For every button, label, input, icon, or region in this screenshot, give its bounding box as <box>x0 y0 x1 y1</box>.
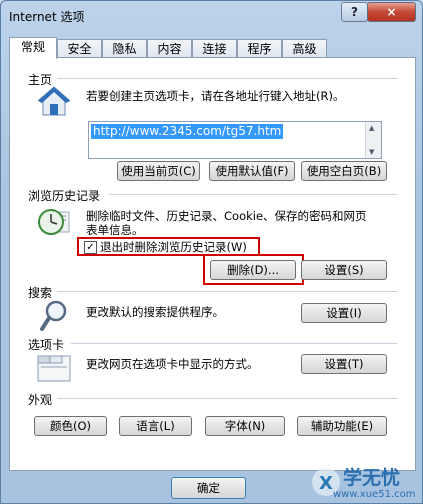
history-divider <box>109 194 397 195</box>
tabs-description: 更改网页在选项卡中显示的方式。 <box>86 357 259 371</box>
internet-options-window: Internet 选项 ? × 常规 安全 隐私 内容 连接 程序 高级 主页 … <box>0 0 423 504</box>
home-divider <box>57 78 397 79</box>
languages-button[interactable]: 语言(L) <box>119 416 192 436</box>
home-icon <box>37 86 71 116</box>
svg-text:X: X <box>319 473 333 494</box>
delete-history-button[interactable]: 删除(D)... <box>210 260 296 280</box>
tab-connections[interactable]: 连接 <box>192 39 237 57</box>
scroll-up-icon[interactable]: ▲ <box>369 124 374 132</box>
home-url-text[interactable]: http://www.2345.com/tg57.htm <box>91 124 284 139</box>
use-current-button[interactable]: 使用当前页(C) <box>117 161 200 181</box>
appearance-divider <box>57 398 397 399</box>
ok-button[interactable]: 确定 <box>171 477 246 499</box>
tabs-window-icon <box>37 355 71 382</box>
colors-button[interactable]: 颜色(O) <box>34 416 107 436</box>
fonts-button[interactable]: 字体(N) <box>205 416 285 436</box>
history-description-line2: 表单信息。 <box>86 223 144 237</box>
tab-content[interactable]: 内容 <box>147 39 192 57</box>
history-heading: 浏览历史记录 <box>28 189 101 203</box>
window-title: Internet 选项 <box>9 10 85 24</box>
accessibility-button[interactable]: 辅助功能(E) <box>297 416 387 436</box>
home-url-textarea[interactable]: http://www.2345.com/tg57.htm ▲ ▼ <box>88 121 382 159</box>
close-button[interactable]: × <box>367 2 416 22</box>
tab-security[interactable]: 安全 <box>57 39 102 57</box>
history-settings-button[interactable]: 设置(S) <box>301 260 387 280</box>
use-blank-button[interactable]: 使用空白页(B) <box>301 161 387 181</box>
home-description: 若要创建主页选项卡，请在各地址行键入地址(R)。 <box>86 89 345 103</box>
watermark-url: www.xue51.com <box>333 489 416 500</box>
history-description-line1: 删除临时文件、历史记录、Cookie、保存的密码和网页 <box>86 209 367 223</box>
tab-programs[interactable]: 程序 <box>237 39 282 57</box>
delete-on-exit-label[interactable]: 退出时删除浏览历史记录(W) <box>100 240 247 254</box>
search-divider <box>57 291 397 292</box>
tab-advanced[interactable]: 高级 <box>282 39 327 57</box>
textarea-scrollbar[interactable]: ▲ ▼ <box>365 122 381 158</box>
watermark-logo: X 学无忧 www.xue51.com <box>269 461 421 503</box>
search-description: 更改默认的搜索提供程序。 <box>86 305 224 319</box>
title-bar[interactable]: Internet 选项 ? × <box>1 1 422 31</box>
search-magnifier-icon <box>40 300 67 331</box>
tabs-settings-button[interactable]: 设置(T) <box>301 354 387 374</box>
tab-privacy[interactable]: 隐私 <box>102 39 147 57</box>
use-default-button[interactable]: 使用默认值(F) <box>209 161 295 181</box>
watermark-text: 学无忧 <box>343 467 401 489</box>
help-button[interactable]: ? <box>341 2 368 22</box>
history-clock-icon <box>38 209 70 235</box>
search-settings-button[interactable]: 设置(I) <box>301 303 387 323</box>
tabs-heading: 选项卡 <box>28 338 65 352</box>
tabs-divider <box>71 343 397 344</box>
tab-general[interactable]: 常规 <box>9 37 57 59</box>
appearance-heading: 外观 <box>28 393 53 407</box>
delete-on-exit-checkbox[interactable]: ✓ <box>84 241 97 254</box>
scroll-down-icon[interactable]: ▼ <box>369 148 374 156</box>
